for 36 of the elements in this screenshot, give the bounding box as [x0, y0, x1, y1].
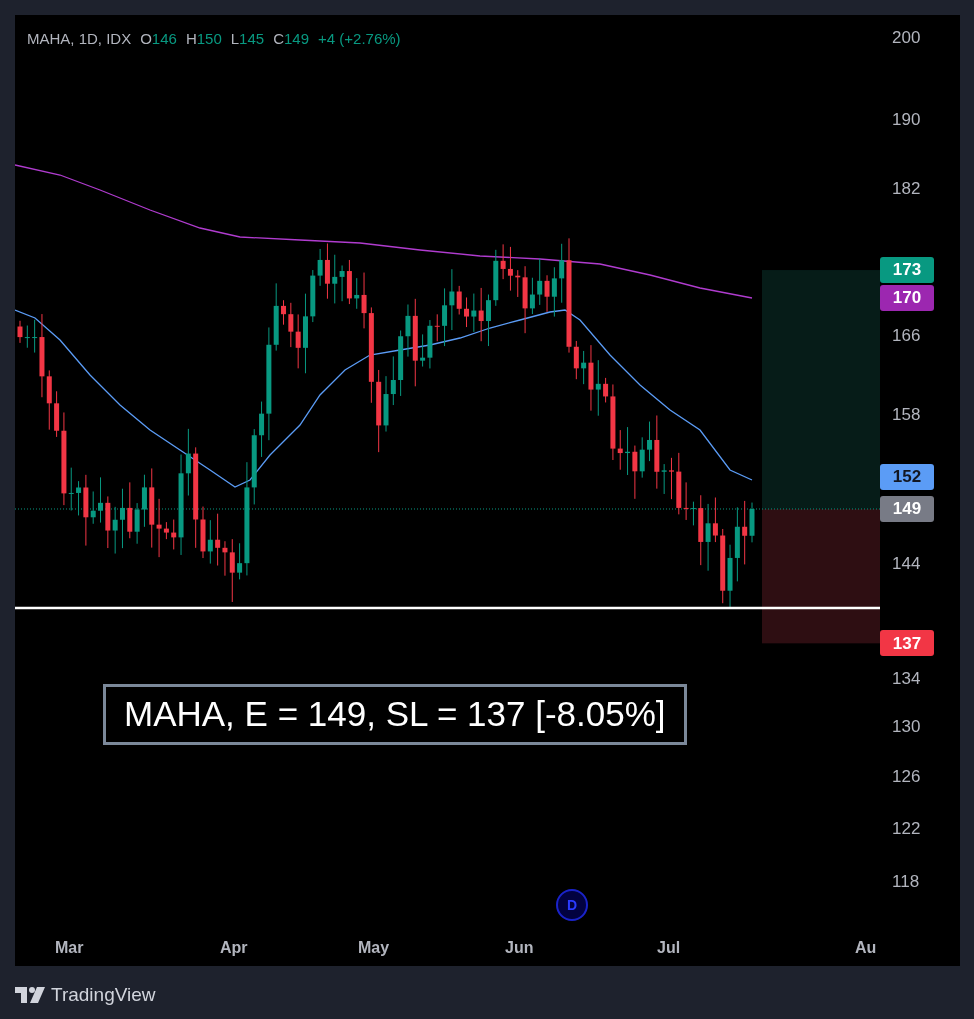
price-tick: 144 — [892, 553, 921, 574]
time-tick: Apr — [220, 938, 248, 958]
time-tick: Mar — [55, 938, 84, 958]
price-tick: 166 — [892, 326, 921, 347]
price-tick: 200 — [892, 28, 921, 48]
price-tick: 118 — [892, 872, 920, 893]
time-tick: Jun — [505, 938, 534, 958]
price-badge: 173 — [880, 257, 934, 284]
symbol-title: MAHA, 1D, IDX — [27, 29, 132, 49]
time-tick: Jul — [657, 938, 681, 958]
logo-icon — [15, 987, 45, 1004]
price-tick: 182 — [892, 178, 921, 199]
price-badge: 149 — [880, 496, 934, 522]
price-badge: 152 — [880, 464, 934, 491]
event-marker[interactable]: D — [556, 889, 588, 921]
price-tick: 130 — [892, 717, 921, 738]
ohlc-value: 145 — [239, 29, 265, 49]
note-label: MAHA, E = 149, SL = 137 [-8.05%] — [103, 684, 687, 745]
brand-name: TradingView — [51, 983, 156, 1007]
price-tick: 190 — [892, 110, 921, 131]
ohlc-value: 150 — [196, 29, 222, 49]
ohlc-value: 149 — [284, 29, 309, 49]
price-tick: 126 — [892, 767, 921, 788]
price-tick: 134 — [892, 668, 921, 689]
price-tick: 122 — [892, 818, 921, 839]
time-tick: Au — [855, 938, 877, 958]
ohlc-label: O — [140, 29, 152, 49]
price-change: +4 (+2.76%) — [318, 29, 401, 49]
price-badge: 170 — [880, 285, 934, 311]
ohlc-label: C — [273, 29, 284, 49]
ohlc-label: L — [230, 29, 240, 49]
price-tick: 158 — [892, 405, 921, 426]
ohlc-value: 146 — [151, 29, 177, 49]
time-tick: May — [358, 938, 390, 958]
price-badge: 137 — [880, 630, 934, 657]
ohlc-label: H — [185, 29, 197, 49]
